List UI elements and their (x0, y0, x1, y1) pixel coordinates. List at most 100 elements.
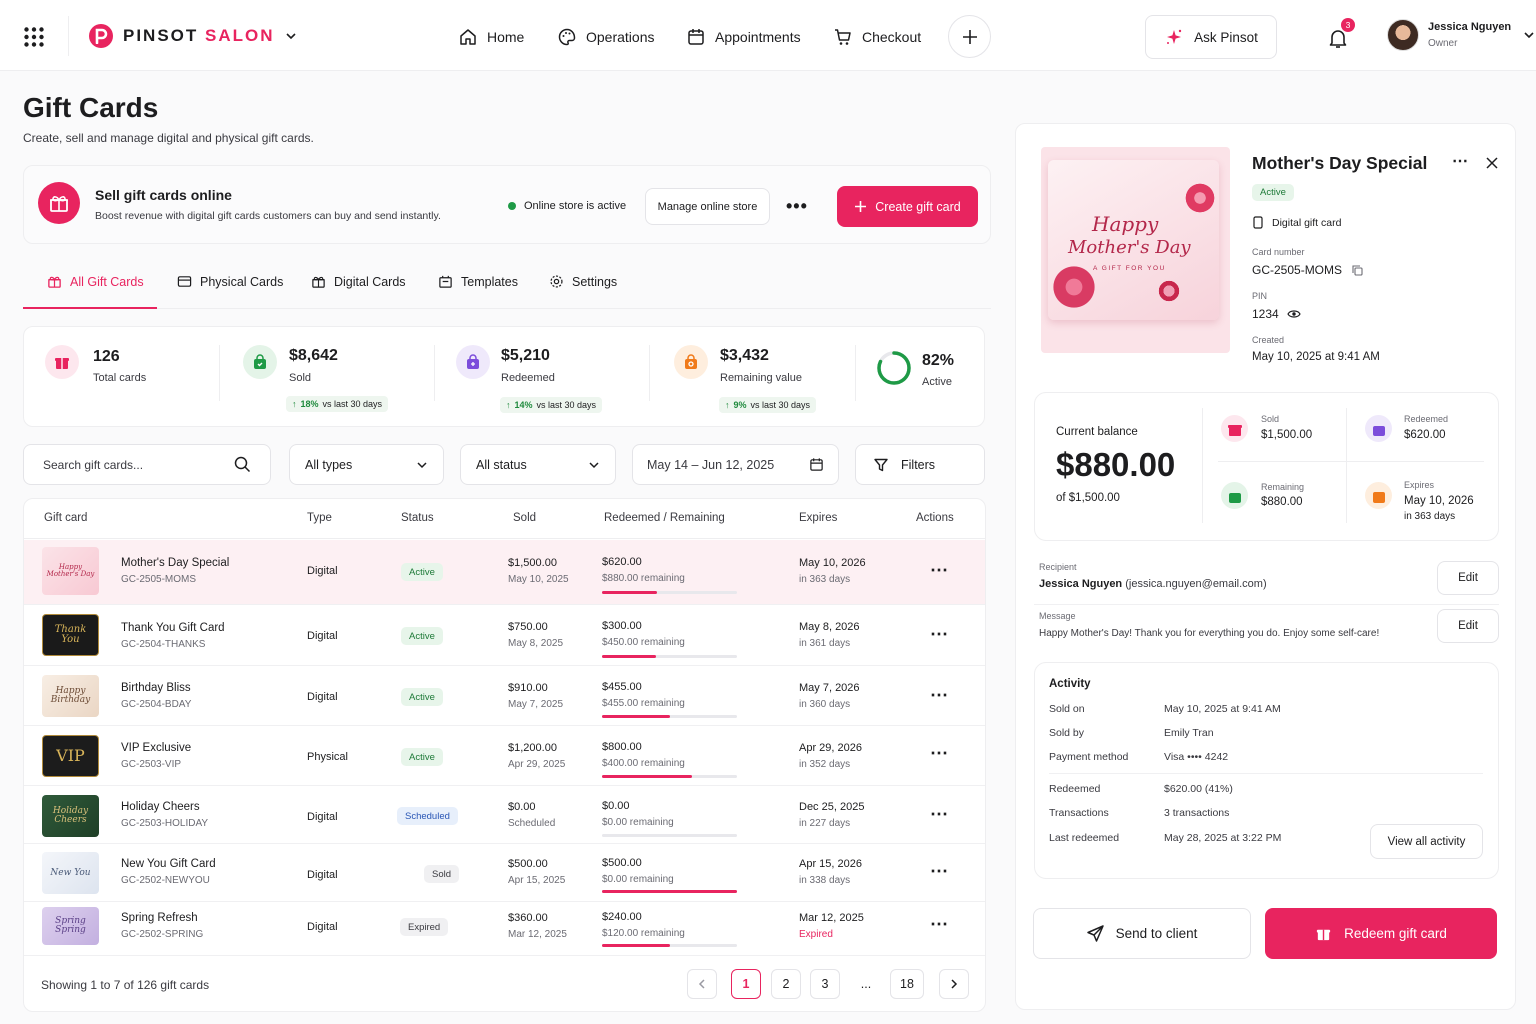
ask-pinsot-label: Ask Pinsot (1194, 29, 1258, 45)
nav-operations[interactable]: Operations (557, 26, 654, 48)
card-thumbnail: Spring Spring (42, 907, 99, 945)
active-tab-indicator (23, 307, 157, 309)
nav-checkout[interactable]: Checkout (833, 26, 921, 48)
expires-note: in 363 days (1404, 511, 1456, 522)
wallet-icon (1365, 415, 1392, 442)
shopping-bag-icon (243, 345, 277, 379)
table-row[interactable]: VIP VIP Exclusive GC-2503-VIP Physical Ac… (24, 726, 985, 786)
activity-label: Sold on (1049, 703, 1085, 715)
table-row[interactable]: Happy Mother's Day Mother's Day Special G… (24, 540, 985, 605)
stat-sold-value: $8,642 (289, 347, 338, 364)
row-actions-icon[interactable]: ⋯ (930, 914, 948, 935)
banner-description: Boost revenue with digital gift cards cu… (95, 210, 441, 222)
ask-pinsot-button[interactable]: Ask Pinsot (1145, 15, 1277, 59)
row-actions-icon[interactable]: ⋯ (930, 685, 948, 706)
type-select[interactable]: All types (289, 444, 444, 485)
next-page-button[interactable] (939, 969, 969, 999)
table-row[interactable]: Happy Birthday Birthday Bliss GC-2504-BDA… (24, 666, 985, 726)
page-1-button[interactable]: 1 (731, 969, 761, 999)
table-row[interactable]: New You New You Gift Card GC-2502-NEWYOU … (24, 844, 985, 902)
col-redeemed-remaining: Redeemed / Remaining (604, 512, 725, 524)
edit-recipient-button[interactable]: Edit (1437, 561, 1499, 595)
tab-settings[interactable]: Settings (549, 274, 617, 289)
eye-icon[interactable] (1287, 309, 1301, 319)
redeemed-amount: $800.00 $400.00 remaining (602, 741, 685, 769)
card-greeting-line1: Happy (1092, 212, 1159, 236)
plus-icon (962, 29, 977, 44)
date-range-value: May 14 – Jun 12, 2025 (647, 457, 775, 472)
card-name: Thank You Gift Card GC-2504-THANKS (121, 622, 225, 650)
online-store-status-label: Online store is active (524, 200, 627, 212)
status-badge: Sold (424, 865, 460, 883)
search-input[interactable]: Search gift cards... (23, 444, 271, 485)
copy-icon[interactable] (1352, 264, 1363, 276)
status-badge: Active (401, 748, 443, 766)
nav-home[interactable]: Home (458, 26, 524, 48)
more-options-icon[interactable]: ••• (786, 196, 808, 217)
expiry: May 10, 2026 in 363 days (799, 557, 866, 585)
card-name: Birthday Bliss GC-2504-BDAY (121, 682, 192, 710)
message-label: Message (1039, 611, 1076, 621)
filters-button[interactable]: Filters (855, 444, 985, 485)
tab-digital-cards[interactable]: Digital Cards (311, 274, 406, 289)
table-row[interactable]: Holiday Cheers Holiday Cheers GC-2503-HOL… (24, 786, 985, 844)
sold-amount: $0.00 Scheduled (508, 801, 556, 829)
app-grid-icon[interactable] (24, 27, 44, 47)
row-actions-icon[interactable]: ⋯ (930, 743, 948, 764)
redemption-progress (602, 834, 737, 837)
prev-page-button[interactable] (687, 969, 717, 999)
send-icon (1086, 925, 1104, 942)
status-select[interactable]: All status (460, 444, 616, 485)
redemption-progress (602, 944, 737, 947)
tab-settings-label: Settings (572, 274, 618, 289)
page-18-button[interactable]: 18 (890, 969, 924, 999)
row-actions-icon[interactable]: ⋯ (930, 861, 948, 882)
redeem-gift-card-button[interactable]: Redeem gift card (1265, 908, 1497, 959)
stat-sold-trend: ↑ 18% vs last 30 days (286, 396, 389, 412)
expiry: Apr 15, 2026 in 338 days (799, 858, 862, 886)
redemption-progress (602, 591, 737, 594)
add-new-button[interactable] (948, 15, 991, 58)
balance-label: Current balance (1056, 426, 1138, 438)
manage-online-store-button[interactable]: Manage online store (645, 188, 770, 225)
table-row[interactable]: Thank You Thank You Gift Card GC-2504-THA… (24, 605, 985, 666)
brand-switcher[interactable]: PINSOT SALON (89, 24, 297, 48)
stat-sold-label: Sold (289, 372, 312, 384)
stat-active-value: 82% (922, 352, 955, 369)
redeemed-amount: $620.00 $880.00 remaining (602, 556, 685, 584)
status-badge: Active (401, 688, 443, 706)
row-actions-icon[interactable]: ⋯ (930, 804, 948, 825)
nav-appointments[interactable]: Appointments (686, 26, 801, 48)
nav-operations-label: Operations (586, 29, 655, 45)
date-range-picker[interactable]: May 14 – Jun 12, 2025 (632, 444, 839, 485)
page-3-button[interactable]: 3 (810, 969, 840, 999)
tab-all-gift-cards[interactable]: All Gift Cards (47, 274, 144, 289)
search-placeholder: Search gift cards... (43, 457, 144, 472)
user-menu[interactable]: Jessica Nguyen Owner (1387, 19, 1535, 51)
edit-message-button[interactable]: Edit (1437, 609, 1499, 643)
close-icon[interactable] (1486, 156, 1498, 174)
tab-templates[interactable]: Templates (438, 274, 518, 289)
avatar (1387, 19, 1419, 51)
create-gift-card-button[interactable]: Create gift card (837, 186, 978, 227)
row-actions-icon[interactable]: ⋯ (930, 560, 948, 581)
notification-count-badge: 3 (1341, 18, 1355, 32)
active-ring-chart (877, 351, 911, 385)
notifications-button[interactable]: 3 (1326, 18, 1355, 50)
view-all-activity-button[interactable]: View all activity (1370, 824, 1483, 859)
card-type: Digital (307, 869, 338, 881)
top-bar: PINSOT SALON Home Operations Appointment… (0, 0, 1536, 71)
row-actions-icon[interactable]: ⋯ (930, 624, 948, 645)
more-options-icon[interactable]: ⋯ (1452, 151, 1468, 171)
redeemed-amount: $300.00 $450.00 remaining (602, 620, 685, 648)
page-2-button[interactable]: 2 (771, 969, 801, 999)
search-icon (234, 456, 251, 473)
page-ellipsis: ... (860, 977, 872, 991)
pin-label: PIN (1252, 291, 1268, 301)
send-to-client-button[interactable]: Send to client (1033, 908, 1251, 959)
chevron-down-icon (285, 33, 296, 40)
table-row[interactable]: Spring Spring Spring Refresh GC-2502-SPRI… (24, 902, 985, 956)
col-expires: Expires (799, 512, 838, 524)
col-status: Status (401, 512, 434, 524)
tab-physical-cards[interactable]: Physical Cards (177, 274, 283, 289)
